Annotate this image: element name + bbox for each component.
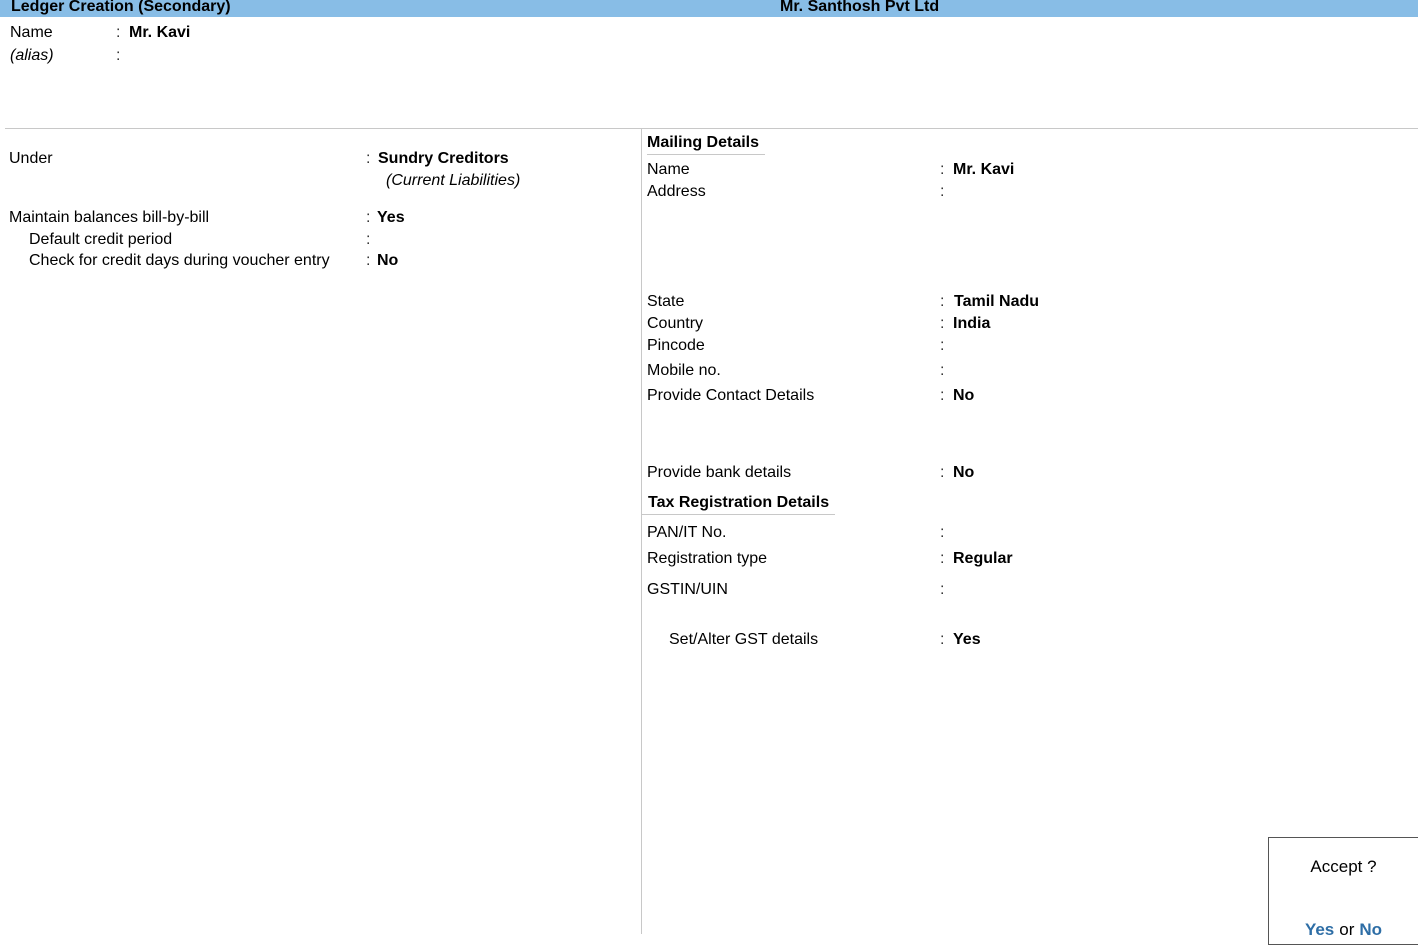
credit-days-field[interactable]: No: [377, 252, 398, 270]
country-label: Country: [647, 315, 704, 332]
colon: :: [940, 550, 945, 567]
pan-field[interactable]: [953, 524, 1103, 542]
credit-days-label: Check for credit days during voucher ent…: [29, 252, 330, 269]
colon: :: [940, 161, 945, 178]
country-field[interactable]: India: [953, 315, 990, 333]
colon: :: [940, 631, 945, 648]
mailing-name-label: Name: [647, 161, 690, 178]
bill-by-bill-label: Maintain balances bill-by-bill: [9, 209, 210, 226]
colon: :: [116, 47, 121, 64]
accept-question: Accept ?: [1310, 857, 1377, 876]
accept-or-text: or: [1339, 920, 1355, 939]
company-name: Mr. Santhosh Pvt Ltd: [780, 0, 940, 15]
accept-no-button[interactable]: No: [1359, 920, 1382, 939]
vertical-divider: [641, 128, 642, 934]
bank-details-field[interactable]: No: [953, 464, 974, 482]
colon: :: [940, 524, 945, 541]
credit-period-field[interactable]: [377, 231, 527, 249]
gst-details-label: Set/Alter GST details: [669, 631, 819, 648]
name-label: Name: [10, 24, 53, 41]
accept-options: Yes or No: [1269, 920, 1418, 940]
colon: :: [940, 387, 945, 404]
colon: :: [940, 464, 945, 481]
alias-label: (alias): [10, 47, 54, 64]
under-parent-group: (Current Liabilities): [386, 172, 521, 189]
colon: :: [940, 362, 945, 379]
colon: :: [116, 24, 121, 41]
contact-details-field[interactable]: No: [953, 387, 974, 405]
contact-details-label: Provide Contact Details: [647, 387, 815, 404]
colon: :: [940, 337, 945, 354]
state-label: State: [647, 293, 685, 310]
screen-title: Ledger Creation (Secondary): [11, 0, 231, 15]
pincode-field[interactable]: [953, 337, 1103, 355]
gstin-field[interactable]: [953, 581, 1103, 599]
colon: :: [366, 150, 371, 167]
state-field[interactable]: Tamil Nadu: [954, 293, 1039, 311]
colon: :: [366, 231, 371, 248]
accept-dialog: Accept ? Yes or No: [1268, 837, 1418, 945]
mailing-details-heading: Mailing Details: [647, 134, 766, 155]
mailing-name-field[interactable]: Mr. Kavi: [953, 161, 1014, 179]
horizontal-divider: [5, 128, 1418, 129]
colon: :: [940, 293, 945, 310]
bill-by-bill-field[interactable]: Yes: [377, 209, 405, 227]
colon: :: [366, 252, 371, 269]
colon: :: [366, 209, 371, 226]
gst-details-field[interactable]: Yes: [953, 631, 981, 649]
address-field[interactable]: [953, 183, 1253, 283]
name-field[interactable]: Mr. Kavi: [129, 24, 190, 42]
mobile-field[interactable]: [953, 362, 1103, 380]
bank-details-label: Provide bank details: [647, 464, 792, 481]
alias-field[interactable]: [129, 47, 329, 65]
registration-type-field[interactable]: Regular: [953, 550, 1013, 568]
credit-period-label: Default credit period: [29, 231, 173, 248]
registration-type-label: Registration type: [647, 550, 768, 567]
gstin-label: GSTIN/UIN: [647, 581, 728, 598]
pincode-label: Pincode: [647, 337, 705, 354]
colon: :: [940, 581, 945, 598]
under-label: Under: [9, 150, 53, 167]
colon: :: [940, 315, 945, 332]
title-bar: Ledger Creation (Secondary) Mr. Santhosh…: [0, 0, 1418, 17]
colon: :: [940, 183, 945, 200]
tax-registration-heading: Tax Registration Details: [642, 494, 836, 515]
under-field[interactable]: Sundry Creditors: [378, 150, 509, 168]
address-label: Address: [647, 183, 706, 200]
mobile-label: Mobile no.: [647, 362, 721, 379]
accept-yes-button[interactable]: Yes: [1305, 920, 1334, 939]
pan-label: PAN/IT No.: [647, 524, 727, 541]
